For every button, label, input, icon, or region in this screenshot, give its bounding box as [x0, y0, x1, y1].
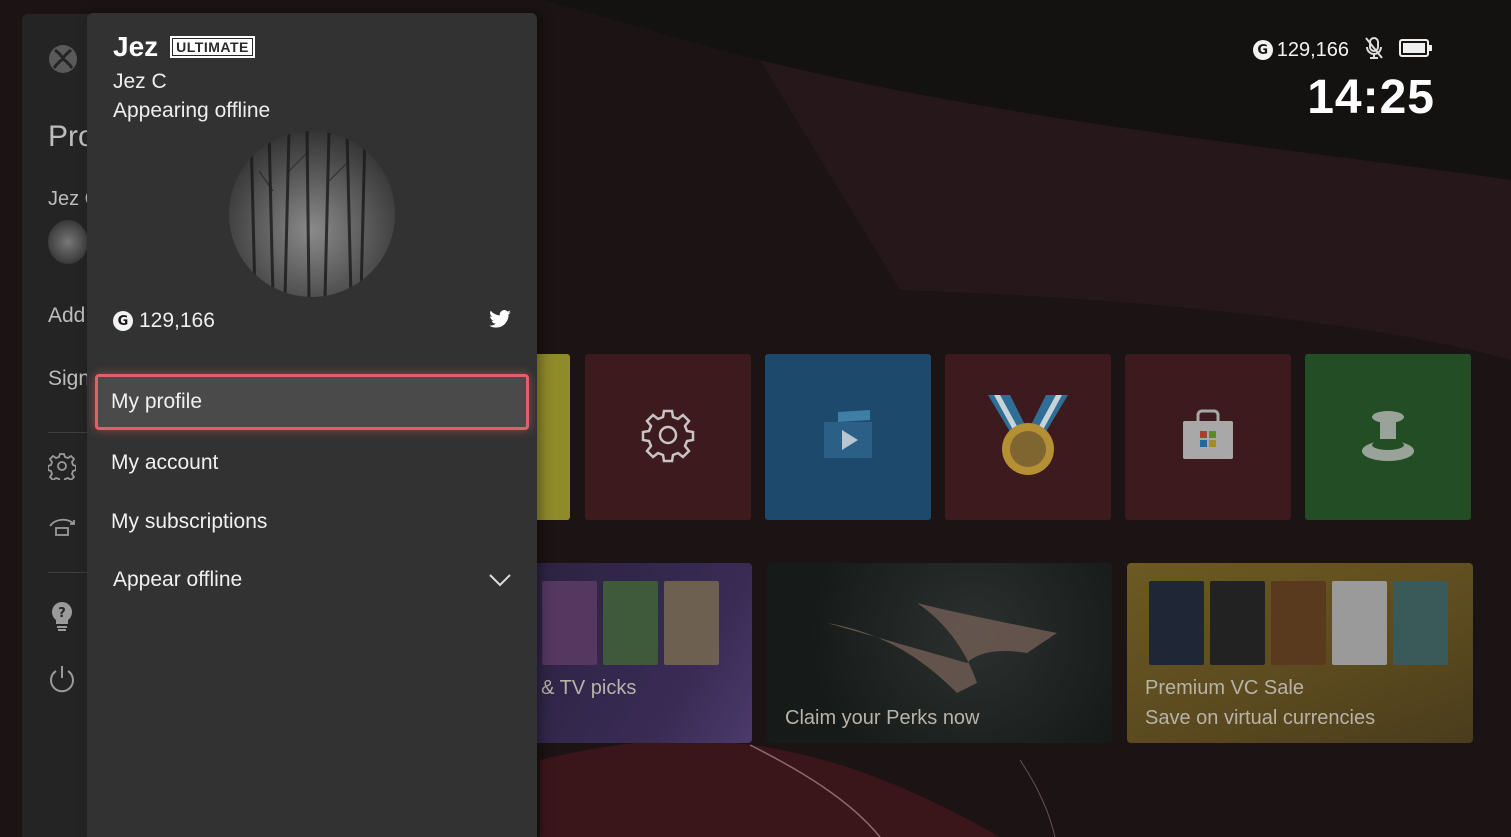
cover-row	[542, 581, 719, 665]
menu-label: My profile	[111, 390, 203, 413]
cover-hunt	[1332, 581, 1387, 665]
help-bulb-icon[interactable]: ?	[48, 600, 76, 631]
store-bag-icon	[1180, 407, 1236, 467]
menu-appear-offline[interactable]: Appear offline	[95, 552, 529, 608]
tile-game-pass[interactable]	[1305, 354, 1471, 520]
gear-icon	[640, 407, 696, 467]
gamerscore-icon: G	[1252, 40, 1273, 60]
gamerscore-icon: G	[113, 311, 133, 331]
card-perks-title: Claim your Perks now	[785, 707, 980, 729]
tile-settings[interactable]	[585, 354, 751, 520]
status-gamerscore: G 129,166	[1252, 38, 1349, 62]
rail-sign-partial[interactable]: Sign	[48, 367, 90, 391]
profile-avatar	[229, 131, 395, 297]
tile-achievements[interactable]	[945, 354, 1111, 520]
menu-my-subscriptions[interactable]: My subscriptions	[95, 494, 529, 550]
card-movies-tv-picks[interactable]: s, & TV picks n	[520, 563, 752, 743]
menu-my-profile[interactable]: My profile	[95, 374, 529, 430]
cover-resistance	[1210, 581, 1265, 665]
gamertag: Jez	[113, 31, 159, 62]
cover-encanto	[603, 581, 658, 665]
dragon-image	[827, 603, 1057, 693]
svg-text:?: ?	[58, 606, 66, 621]
twitter-icon[interactable]	[489, 310, 511, 332]
cover-gta-online	[1393, 581, 1448, 665]
cover-unpacking	[664, 581, 719, 665]
cover-life-is-strange	[542, 581, 597, 665]
gamertag-row: Jez ULTIMATE	[113, 31, 255, 63]
card-vc-title: Premium VC Sale	[1145, 677, 1304, 699]
card-premium-vc-sale[interactable]: Premium VC Sale Save on virtual currenci…	[1127, 563, 1473, 743]
rail-avatar	[48, 220, 88, 264]
medal-icon	[986, 393, 1070, 481]
presence-status: Appearing offline	[113, 99, 271, 122]
mic-muted-icon	[1363, 36, 1385, 64]
menu-label: My subscriptions	[111, 510, 268, 533]
tile-store[interactable]	[1125, 354, 1291, 520]
card-claim-perks[interactable]: Claim your Perks now	[767, 563, 1112, 743]
gamerscore-row: G 129,166	[113, 309, 511, 333]
menu-my-account[interactable]: My account	[95, 435, 529, 491]
menu-label: My account	[111, 451, 219, 474]
card-vc-subtitle: Save on virtual currencies	[1145, 707, 1376, 729]
media-play-icon	[818, 408, 878, 466]
real-name: Jez C	[113, 70, 167, 93]
chevron-down-icon	[489, 570, 511, 594]
switch-device-icon[interactable]	[48, 514, 76, 542]
xbox-logo-icon[interactable]	[48, 44, 77, 73]
clock: 14:25	[1307, 71, 1435, 124]
menu-label: Appear offline	[113, 568, 243, 591]
subscription-badge: ULTIMATE	[170, 36, 255, 58]
power-icon[interactable]	[48, 664, 76, 693]
status-gamerscore-value: 129,166	[1276, 38, 1349, 61]
profile-flyout: Jez ULTIMATE Jez C Appearing offline G 1…	[87, 13, 537, 837]
card-picks-title: s, & TV picks	[520, 677, 637, 699]
cover-watch-dogs	[1271, 581, 1326, 665]
battery-icon	[1399, 39, 1433, 61]
game-pass-icon	[1360, 407, 1416, 467]
vc-cover-row	[1149, 581, 1448, 665]
settings-gear-icon[interactable]	[47, 452, 77, 483]
status-bar: G 129,166	[1252, 36, 1433, 64]
rail-add-partial[interactable]: Add	[48, 304, 85, 328]
tile-media[interactable]	[765, 354, 931, 520]
profile-gamerscore: 129,166	[139, 309, 215, 332]
cover-black-desert	[1149, 581, 1204, 665]
